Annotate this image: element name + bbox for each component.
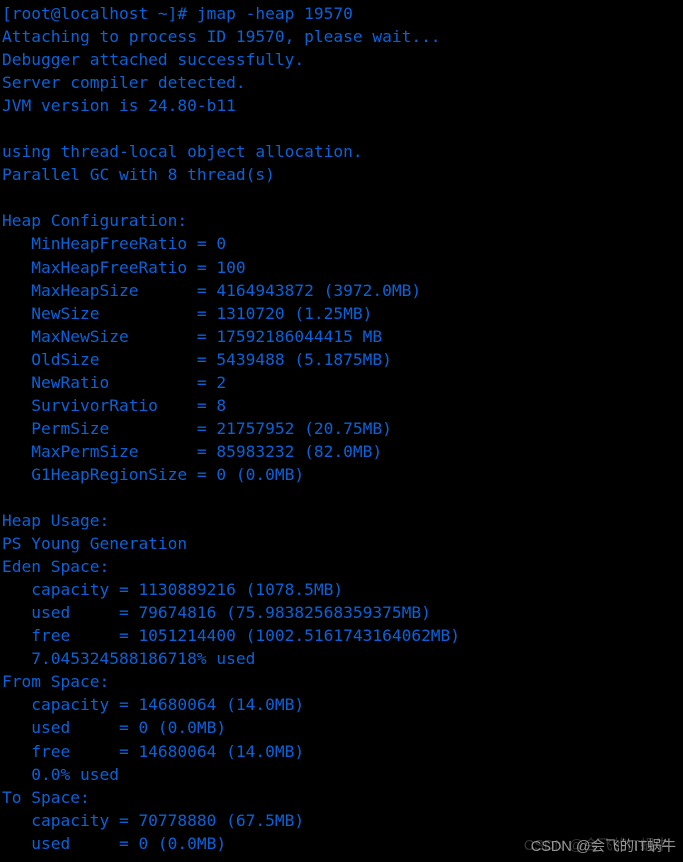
terminal-line: MinHeapFreeRatio = 0: [2, 234, 227, 254]
terminal-line: capacity = 14680064 (14.0MB): [2, 695, 305, 715]
terminal-window[interactable]: [root@localhost ~]# jmap -heap 19570 Atta…: [0, 0, 683, 862]
terminal-line: PS Young Generation: [2, 534, 188, 554]
terminal-line: MaxHeapSize = 4164943872 (3972.0MB): [2, 280, 422, 300]
terminal-line: Parallel GC with 8 thread(s): [2, 165, 275, 185]
terminal-line: used = 0 (0.0MB): [2, 718, 227, 738]
terminal-line: From Space:: [2, 672, 110, 692]
terminal-line: SurvivorRatio = 8: [2, 395, 227, 415]
terminal-line: using thread-local object allocation.: [2, 142, 363, 162]
terminal-line: MaxNewSize = 17592186044415 MB: [2, 326, 383, 346]
terminal-line: MaxHeapFreeRatio = 100: [2, 257, 246, 277]
terminal-line: 0.0% used: [2, 764, 119, 784]
terminal-line: Attaching to process ID 19570, please wa…: [2, 27, 441, 47]
terminal-line: Eden Space:: [2, 557, 110, 577]
terminal-line: PermSize = 21757952 (20.75MB): [2, 418, 392, 438]
terminal-line: 7.045324588186718% used: [2, 649, 256, 669]
terminal-line: Server compiler detected.: [2, 73, 246, 93]
terminal-line: OldSize = 5439488 (5.1875MB): [2, 349, 392, 369]
terminal-line: NewRatio = 2: [2, 372, 227, 392]
terminal-line: capacity = 1130889216 (1078.5MB): [2, 580, 344, 600]
terminal-line: free = 14680064 (14.0MB): [2, 741, 305, 761]
terminal-line: [root@localhost ~]# jmap -heap 19570: [2, 4, 353, 23]
terminal-line: Heap Configuration:: [2, 211, 188, 231]
terminal-output: [root@localhost ~]# jmap -heap 19570 Atta…: [0, 0, 683, 855]
terminal-line: used = 0 (0.0MB): [2, 833, 227, 853]
terminal-line: JVM version is 24.80-b11: [2, 96, 236, 116]
terminal-line: capacity = 70778880 (67.5MB): [2, 810, 305, 830]
terminal-line: Debugger attached successfully.: [2, 50, 305, 70]
terminal-line: NewSize = 1310720 (1.25MB): [2, 303, 373, 323]
terminal-line: To Space:: [2, 787, 90, 807]
terminal-line: free = 1051214400 (1002.5161743164062MB): [2, 626, 461, 646]
terminal-line: Heap Usage:: [2, 511, 110, 531]
terminal-line: G1HeapRegionSize = 0 (0.0MB): [2, 464, 305, 484]
terminal-line: MaxPermSize = 85983232 (82.0MB): [2, 441, 383, 461]
terminal-line: used = 79674816 (75.98382568359375MB): [2, 603, 431, 623]
